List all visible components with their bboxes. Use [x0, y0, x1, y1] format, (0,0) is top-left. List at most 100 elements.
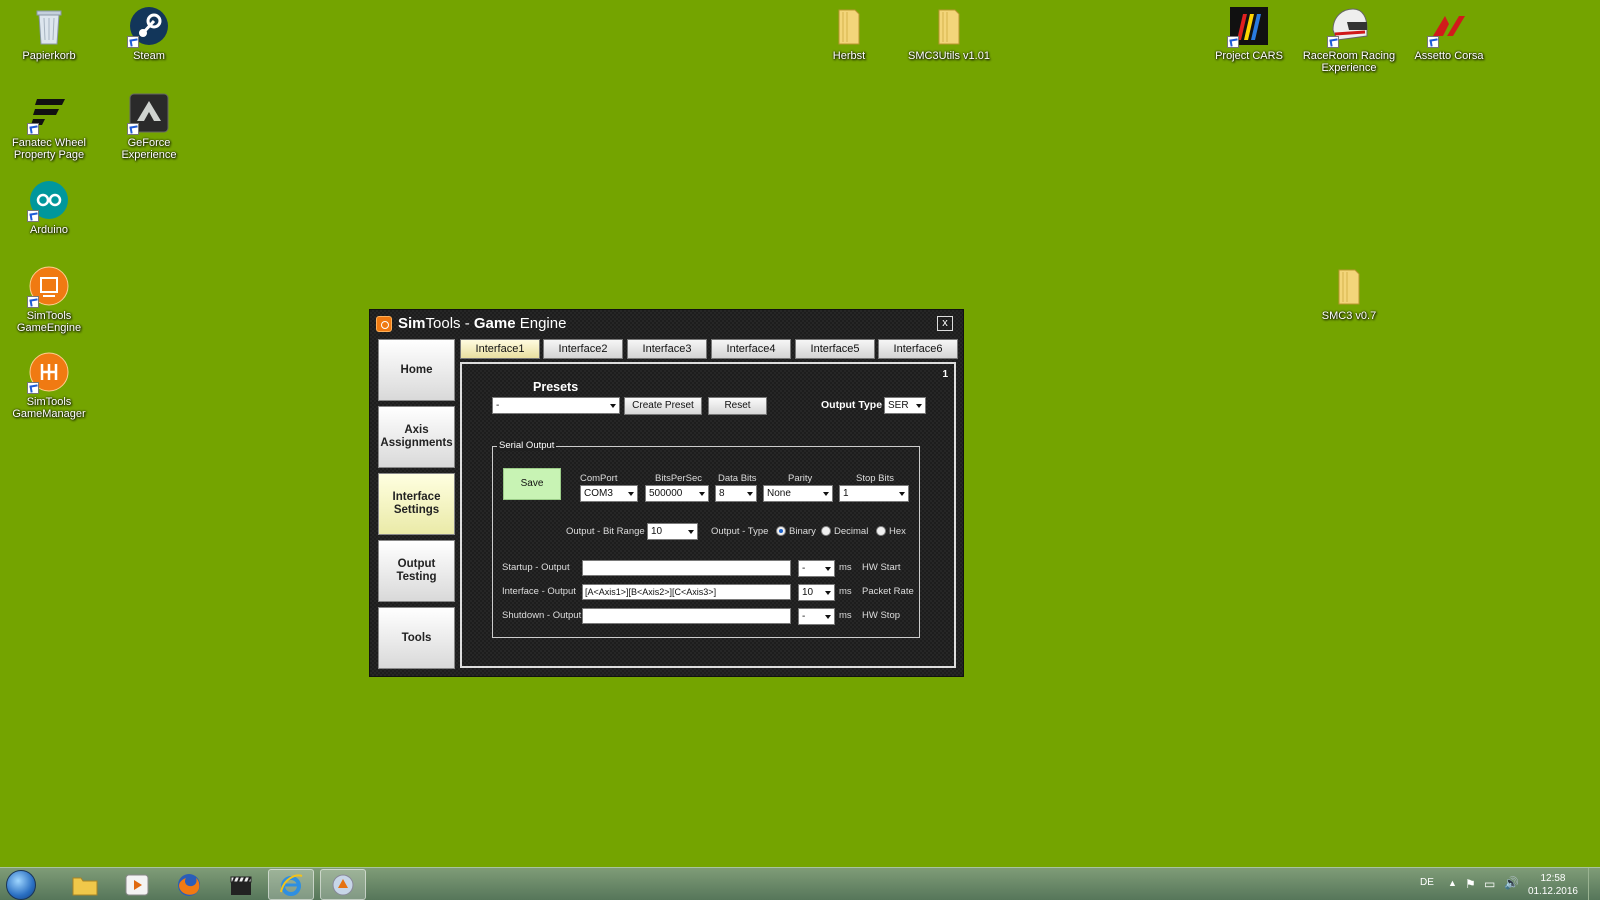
- network-icon[interactable]: ▭: [1484, 877, 1495, 900]
- sidebar-item-axis-assignments[interactable]: Axis Assignments: [378, 406, 455, 468]
- assetto-corsa-shortcut[interactable]: Assetto Corsa: [1401, 6, 1497, 62]
- internet-explorer-taskbar-button[interactable]: [268, 869, 314, 900]
- raceroom-shortcut[interactable]: RaceRoom Racing Experience: [1301, 6, 1397, 74]
- helmet-icon: [1327, 6, 1369, 48]
- serial-output-title: Serial Output: [497, 440, 557, 451]
- output-type-select[interactable]: SER: [884, 397, 926, 414]
- save-button[interactable]: Save: [503, 468, 561, 500]
- simtools-logo-icon: [376, 316, 392, 332]
- sidebar-item-tools[interactable]: Tools: [378, 607, 455, 669]
- tab-interface5[interactable]: Interface5: [795, 339, 875, 359]
- create-preset-button[interactable]: Create Preset: [624, 397, 702, 415]
- language-indicator[interactable]: DE: [1420, 877, 1434, 900]
- binary-radio[interactable]: [776, 526, 786, 536]
- icon-label: Herbst: [832, 50, 866, 62]
- startup-output-field[interactable]: [582, 560, 791, 576]
- assetto-corsa-icon: [1427, 6, 1469, 48]
- fanatec-icon: [27, 93, 69, 135]
- decimal-radio[interactable]: [821, 526, 831, 536]
- icon-label: SMC3Utils v1.01: [908, 50, 990, 62]
- icon-label: Arduino: [30, 224, 68, 236]
- steam-shortcut[interactable]: Steam: [101, 6, 197, 62]
- project-cars-icon: [1227, 6, 1269, 48]
- parity-select[interactable]: None: [763, 485, 833, 502]
- sidebar-item-interface-settings[interactable]: Interface Settings: [378, 473, 455, 535]
- packet-rate-label: Packet Rate: [862, 586, 914, 597]
- hex-radio[interactable]: [876, 526, 886, 536]
- reset-button[interactable]: Reset: [708, 397, 767, 415]
- start-button[interactable]: [6, 870, 36, 900]
- stopbits-select[interactable]: 1: [839, 485, 909, 502]
- smc3utils-folder[interactable]: SMC3Utils v1.01: [901, 6, 997, 62]
- shutdown-output-label: Shutdown - Output: [502, 610, 582, 621]
- close-button[interactable]: x: [937, 316, 953, 331]
- databits-select[interactable]: 8: [715, 485, 757, 502]
- arduino-icon: [27, 180, 69, 222]
- folder-icon: [72, 877, 98, 895]
- simtools-manager-icon: [27, 352, 69, 394]
- firefox-taskbar-button[interactable]: [166, 869, 212, 900]
- comport-select[interactable]: COM3: [580, 485, 638, 502]
- clock-time: 12:58: [1540, 873, 1566, 884]
- icon-label: RaceRoom Racing Experience: [1302, 50, 1396, 74]
- parity-label: Parity: [788, 473, 813, 484]
- shutdown-ms-select[interactable]: -: [798, 608, 835, 625]
- clock[interactable]: 12:58 01.12.2016: [1528, 872, 1578, 898]
- bit-range-select[interactable]: 10: [647, 523, 698, 540]
- volume-icon[interactable]: 🔊: [1504, 876, 1519, 900]
- recycle-bin-shortcut[interactable]: Papierkorb: [1, 6, 97, 62]
- icon-label: SimTools GameEngine: [16, 310, 82, 334]
- tab-interface2[interactable]: Interface2: [543, 339, 623, 359]
- interface-output-field[interactable]: [582, 584, 791, 600]
- fanatec-shortcut[interactable]: Fanatec Wheel Property Page: [1, 93, 97, 161]
- interface-panel: 1 Presets - Create Preset Reset Output T…: [460, 362, 956, 668]
- title-bar[interactable]: SimTools - Game Engine x: [370, 310, 963, 338]
- chevron-down-icon: [825, 567, 831, 571]
- sidebar-item-label: Interface Settings: [392, 491, 441, 516]
- explorer-taskbar-button[interactable]: [62, 869, 108, 900]
- shutdown-output-field[interactable]: [582, 608, 791, 624]
- icon-label: Project CARS: [1215, 50, 1283, 62]
- geforce-icon: [127, 93, 169, 135]
- folder-icon: [829, 6, 869, 46]
- project-cars-shortcut[interactable]: Project CARS: [1201, 6, 1297, 62]
- arduino-shortcut[interactable]: Arduino: [1, 180, 97, 236]
- sidebar-item-home[interactable]: Home: [378, 339, 455, 401]
- media-player-taskbar-button[interactable]: [114, 869, 160, 900]
- tab-interface1[interactable]: Interface1: [460, 339, 540, 359]
- herbst-folder[interactable]: Herbst: [801, 6, 897, 62]
- geforce-shortcut[interactable]: GeForce Experience: [101, 93, 197, 161]
- simtools-gamemanager-shortcut[interactable]: SimTools GameManager: [1, 352, 97, 420]
- simtools-gameengine-shortcut[interactable]: SimTools GameEngine: [1, 266, 97, 334]
- ms-label: ms: [839, 562, 852, 573]
- chevron-down-icon: [628, 492, 634, 496]
- ms-label: ms: [839, 586, 852, 597]
- show-hidden-icons-icon[interactable]: ▲: [1448, 878, 1457, 900]
- sidebar-item-label: Tools: [401, 631, 432, 644]
- tab-interface4[interactable]: Interface4: [711, 339, 791, 359]
- output-type-label: Output Type: [821, 399, 883, 411]
- tab-interface6[interactable]: Interface6: [878, 339, 958, 359]
- hw-stop-label: HW Stop: [862, 610, 901, 621]
- chevron-down-icon: [823, 492, 829, 496]
- chevron-down-icon: [825, 591, 831, 595]
- hw-start-label: HW Start: [862, 562, 901, 573]
- smc3-folder[interactable]: SMC3 v0.7: [1301, 266, 1397, 322]
- sidebar-item-output-testing[interactable]: Output Testing: [378, 540, 455, 602]
- sidebar-item-label: Axis Assignments: [380, 424, 453, 449]
- clapper-app-taskbar-button[interactable]: [218, 869, 264, 900]
- simtools-taskbar-button[interactable]: [320, 869, 366, 900]
- icon-label: SMC3 v0.7: [1321, 310, 1377, 322]
- chevron-down-icon: [825, 615, 831, 619]
- bit-range-label: Output - Bit Range: [566, 526, 645, 537]
- packet-rate-select[interactable]: 10: [798, 584, 835, 601]
- tab-interface3[interactable]: Interface3: [627, 339, 707, 359]
- startup-ms-select[interactable]: -: [798, 560, 835, 577]
- preset-select[interactable]: -: [492, 397, 620, 414]
- bitspersec-select[interactable]: 500000: [645, 485, 709, 502]
- sidebar-item-label: Output Testing: [396, 558, 437, 583]
- action-center-flag-icon[interactable]: ⚑: [1465, 877, 1476, 900]
- show-desktop-button[interactable]: [1588, 868, 1600, 900]
- media-player-icon: [125, 874, 149, 895]
- serial-output-group: Serial Output Save ComPort COM3 BitsPerS…: [492, 440, 920, 638]
